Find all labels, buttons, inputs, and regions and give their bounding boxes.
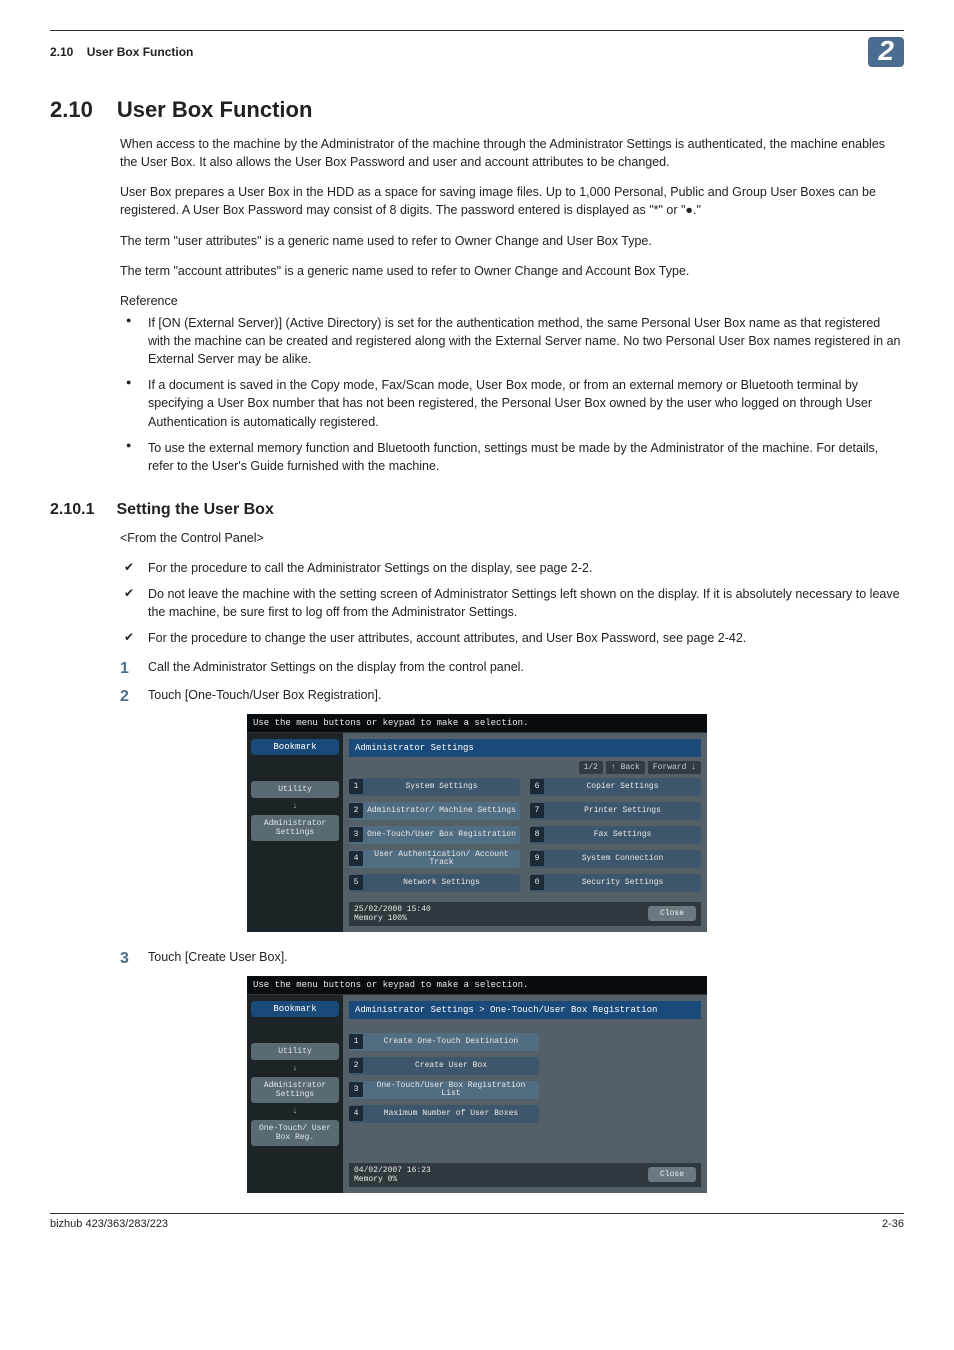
section-number: 2.10 (50, 97, 93, 123)
menu-create-one-touch[interactable]: 1Create One-Touch Destination (349, 1033, 539, 1051)
menu-user-auth-account[interactable]: 4User Authentication/ Account Track (349, 850, 520, 868)
bookmark-tab[interactable]: Bookmark (251, 739, 339, 755)
pager-back-button[interactable]: ↑ Back (606, 761, 645, 774)
menu-security-settings[interactable]: 0Security Settings (530, 874, 701, 892)
step-2: 2 Touch [One-Touch/User Box Registration… (120, 688, 904, 706)
running-header: 2.10 User Box Function 2 (50, 37, 904, 67)
step-number: 3 (120, 950, 148, 968)
chapter-badge: 2 (868, 37, 904, 67)
footer-model: bizhub 423/363/283/223 (50, 1218, 168, 1230)
step-text: Touch [One-Touch/User Box Registration]. (148, 688, 904, 706)
step-number: 2 (120, 688, 148, 706)
panel-title: Administrator Settings > One-Touch/User … (349, 1001, 701, 1019)
control-panel-screenshot-1: Use the menu buttons or keypad to make a… (247, 714, 707, 932)
angle-note: <From the Control Panel> (120, 529, 904, 547)
step-text: Touch [Create User Box]. (148, 950, 904, 968)
body-para: When access to the machine by the Admini… (120, 135, 904, 171)
chevron-down-icon: ↓ (251, 1064, 339, 1073)
header-section-ref: 2.10 (50, 45, 73, 59)
pager-forward-button[interactable]: Forward ↓ (648, 761, 701, 774)
body-para: User Box prepares a User Box in the HDD … (120, 183, 904, 219)
subsection-heading: 2.10.1 Setting the User Box (50, 501, 904, 519)
reference-item: If [ON (External Server)] (Active Direct… (120, 314, 904, 368)
prereq-item: For the procedure to call the Administra… (120, 559, 904, 577)
panel-date: 04/02/2007 16:23 (354, 1166, 431, 1175)
menu-system-settings[interactable]: 1System Settings (349, 778, 520, 796)
close-button[interactable]: Close (648, 1167, 696, 1182)
section-heading: 2.10 User Box Function (50, 97, 904, 123)
body-para: The term "account attributes" is a gener… (120, 262, 904, 280)
sidebar-utility[interactable]: Utility (251, 1043, 339, 1060)
page-footer: bizhub 423/363/283/223 2-36 (50, 1213, 904, 1230)
prereq-list: For the procedure to call the Administra… (120, 559, 904, 648)
subsection-number: 2.10.1 (50, 501, 94, 519)
panel-memory: Memory 0% (354, 1175, 431, 1184)
subsection-title-text: Setting the User Box (116, 501, 273, 519)
sidebar-one-touch-user-box-reg[interactable]: One-Touch/ User Box Reg. (251, 1120, 339, 1146)
reference-item: To use the external memory function and … (120, 439, 904, 475)
menu-create-user-box[interactable]: 2Create User Box (349, 1057, 539, 1075)
step-text: Call the Administrator Settings on the d… (148, 660, 904, 678)
step-1: 1 Call the Administrator Settings on the… (120, 660, 904, 678)
menu-one-touch-user-box[interactable]: 3One-Touch/User Box Registration (349, 826, 520, 844)
sidebar-admin-settings[interactable]: Administrator Settings (251, 815, 339, 841)
sidebar-utility[interactable]: Utility (251, 781, 339, 798)
panel-date: 25/02/2008 15:40 (354, 905, 431, 914)
footer-page-number: 2-36 (882, 1218, 904, 1230)
menu-admin-machine-settings[interactable]: 2Administrator/ Machine Settings (349, 802, 520, 820)
menu-max-number-user-boxes[interactable]: 4Maximum Number of User Boxes (349, 1105, 539, 1123)
section-title-text: User Box Function (117, 97, 313, 123)
reference-label: Reference (120, 292, 904, 310)
pager-page: 1/2 (579, 761, 603, 774)
bookmark-tab[interactable]: Bookmark (251, 1001, 339, 1017)
prereq-item: Do not leave the machine with the settin… (120, 585, 904, 621)
menu-grid: 1Create One-Touch Destination 2Create Us… (349, 1033, 529, 1123)
panel-title: Administrator Settings (349, 739, 701, 757)
chevron-down-icon: ↓ (251, 1107, 339, 1116)
menu-registration-list[interactable]: 3One-Touch/User Box Registration List (349, 1081, 539, 1099)
menu-network-settings[interactable]: 5Network Settings (349, 874, 520, 892)
header-section-title: User Box Function (87, 45, 194, 59)
sidebar-admin-settings[interactable]: Administrator Settings (251, 1077, 339, 1103)
step-number: 1 (120, 660, 148, 678)
menu-fax-settings[interactable]: 8Fax Settings (530, 826, 701, 844)
prereq-item: For the procedure to change the user att… (120, 629, 904, 647)
close-button[interactable]: Close (648, 906, 696, 921)
reference-item: If a document is saved in the Copy mode,… (120, 376, 904, 430)
panel-memory: Memory 100% (354, 914, 431, 923)
panel-instruction: Use the menu buttons or keypad to make a… (247, 976, 707, 995)
step-3: 3 Touch [Create User Box]. (120, 950, 904, 968)
chevron-down-icon: ↓ (251, 802, 339, 811)
menu-system-connection[interactable]: 9System Connection (530, 850, 701, 868)
panel-instruction: Use the menu buttons or keypad to make a… (247, 714, 707, 733)
reference-list: If [ON (External Server)] (Active Direct… (120, 314, 904, 475)
menu-printer-settings[interactable]: 7Printer Settings (530, 802, 701, 820)
menu-copier-settings[interactable]: 6Copier Settings (530, 778, 701, 796)
body-para: The term "user attributes" is a generic … (120, 232, 904, 250)
menu-grid: 1System Settings 6Copier Settings 2Admin… (349, 778, 701, 892)
control-panel-screenshot-2: Use the menu buttons or keypad to make a… (247, 976, 707, 1193)
